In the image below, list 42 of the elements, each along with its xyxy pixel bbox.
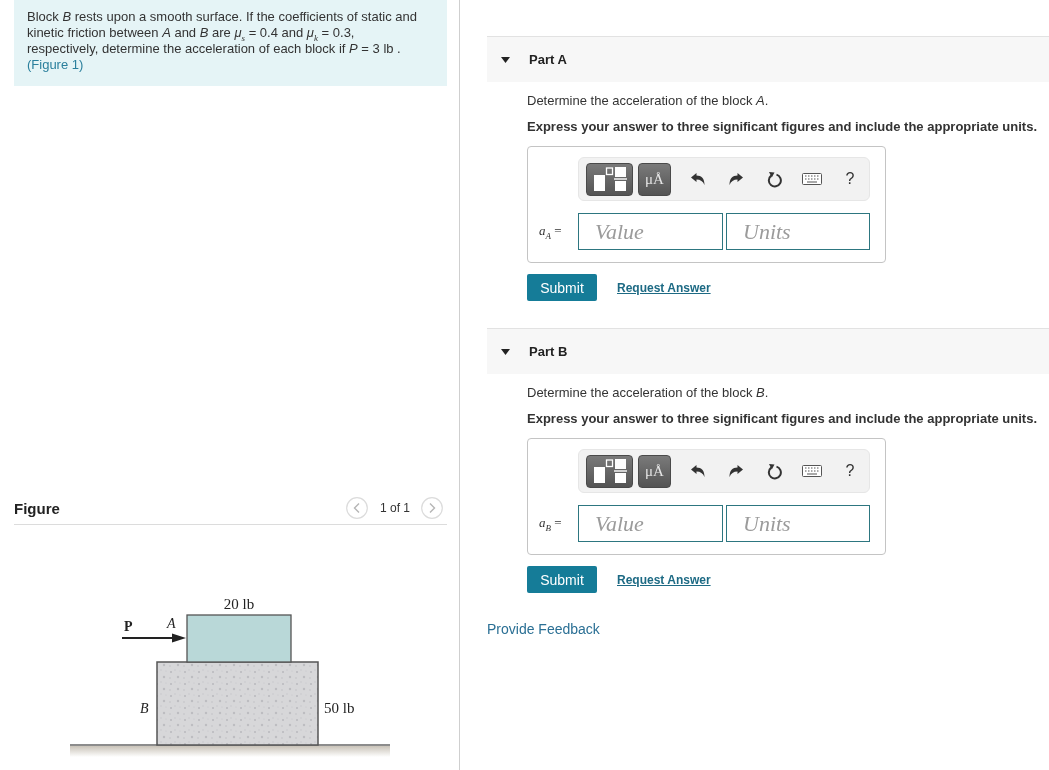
redo-icon[interactable] <box>729 173 743 185</box>
force-label: P <box>124 619 133 634</box>
feedback-link[interactable]: Provide Feedback <box>487 621 600 637</box>
request-answer-link[interactable]: Request Answer <box>617 572 711 587</box>
undo-icon[interactable] <box>691 173 705 185</box>
instruction-text: Express your answer to three significant figures and include the appropriate units. <box>527 410 1038 428</box>
keyboard-icon[interactable] <box>802 465 822 477</box>
question-text: Determine the acceleration of the block B. <box>527 384 770 402</box>
submit-button[interactable]: Submit <box>527 274 597 301</box>
redo-icon[interactable] <box>729 465 743 477</box>
units-button[interactable]: μÅ <box>638 162 671 196</box>
keyboard-icon[interactable] <box>802 173 822 185</box>
template-button[interactable] <box>586 162 633 196</box>
weight-label: 20 lb <box>223 596 255 612</box>
value-field[interactable]: Value <box>578 213 723 250</box>
units-field[interactable]: Units <box>726 213 870 250</box>
reset-icon[interactable] <box>766 170 782 188</box>
variable-label: a$_{A}$ = <box>539 222 563 241</box>
units-button[interactable]: μÅ <box>638 454 671 488</box>
squares-icon <box>592 458 627 484</box>
submit-button[interactable]: Submit <box>527 566 597 593</box>
help-button[interactable]: ? <box>845 170 855 188</box>
squares-icon <box>592 166 627 192</box>
problem-text: Block B rests upon a smooth surface. If the coefficients of static and kinetic friction between A and B are μ$_{s}$ = 0.4 and μ$_{k}$ = 0.3, respectively, determine the acceleration of each block if P = 3 lb . (Figure 1) <box>27 9 418 73</box>
block-label: B <box>140 701 149 716</box>
part-header[interactable]: Part B <box>487 328 1049 374</box>
part-header[interactable]: Part A <box>487 36 1049 82</box>
figure-link[interactable]: (Figure 1) <box>27 57 84 72</box>
help-button[interactable]: ? <box>845 462 855 480</box>
units-field[interactable]: Units <box>726 505 870 542</box>
instruction-text: Express your answer to three significant figures and include the appropriate units. <box>527 118 1038 136</box>
request-answer-link[interactable]: Request Answer <box>617 280 711 295</box>
undo-icon[interactable] <box>691 465 705 477</box>
variable-label: a$_{B}$ = <box>539 514 563 533</box>
block-label: A <box>167 616 176 631</box>
reset-icon[interactable] <box>766 462 782 480</box>
template-button[interactable] <box>586 454 633 488</box>
value-field[interactable]: Value <box>578 505 723 542</box>
figure-counter: 1 of 1 <box>379 501 410 515</box>
figure-title: Figure <box>14 499 60 517</box>
question-text: Determine the acceleration of the block A. <box>527 92 770 110</box>
weight-label: 50 lb <box>324 700 355 716</box>
